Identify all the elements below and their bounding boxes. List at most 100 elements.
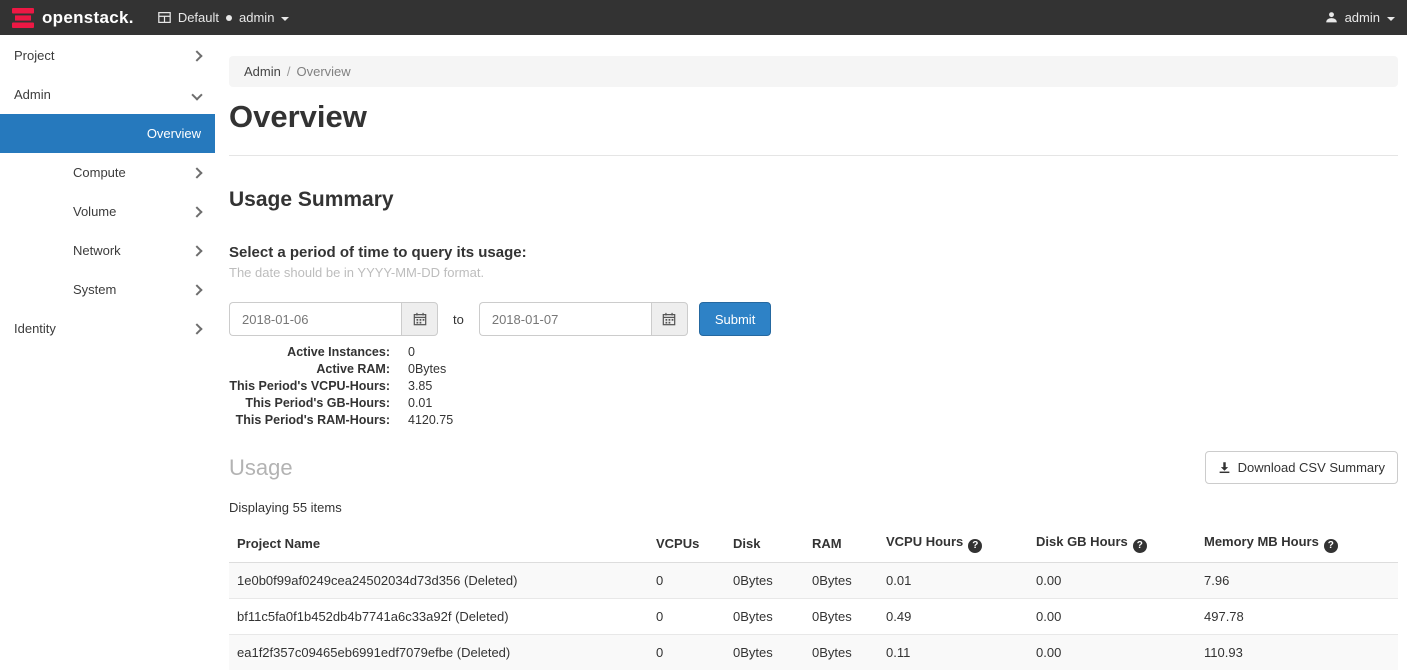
sidebar-item-label: Compute bbox=[73, 165, 126, 180]
usage-table-header: Usage Download CSV Summary bbox=[229, 451, 1398, 484]
table-header-row: Project Name VCPUs Disk RAM VCPU Hours? … bbox=[229, 525, 1398, 562]
openstack-logo-icon bbox=[12, 7, 34, 29]
chevron-right-icon bbox=[193, 204, 201, 219]
stat-row-active-ram: Active RAM: 0Bytes bbox=[229, 361, 1398, 378]
cell-project-name: bf11c5fa0f1b452db4b7741a6c33a92f (Delete… bbox=[229, 598, 648, 634]
stat-label: Active Instances: bbox=[229, 344, 390, 361]
brand-wordmark: openstack. bbox=[42, 8, 134, 28]
cell-ram: 0Bytes bbox=[804, 598, 878, 634]
cell-vcpus: 0 bbox=[648, 562, 725, 598]
stat-row-vcpu-hours: This Period's VCPU-Hours: 3.85 bbox=[229, 378, 1398, 395]
breadcrumb-current: Overview bbox=[296, 64, 350, 79]
cell-vcpu-hours: 0.11 bbox=[878, 634, 1028, 670]
chevron-right-icon bbox=[193, 321, 201, 336]
sidebar-item-volume[interactable]: Volume bbox=[0, 192, 215, 231]
cell-project-name: 1e0b0f99af0249cea24502034d73d356 (Delete… bbox=[229, 562, 648, 598]
sidebar-item-compute[interactable]: Compute bbox=[0, 153, 215, 192]
top-navbar: openstack. Default admin admin bbox=[0, 0, 1407, 35]
openstack-brand[interactable]: openstack. bbox=[12, 7, 134, 29]
table-row: ea1f2f357c09465eb6991edf7079efbe (Delete… bbox=[229, 634, 1398, 670]
stat-label: This Period's RAM-Hours: bbox=[229, 412, 390, 429]
cell-ram: 0Bytes bbox=[804, 634, 878, 670]
cell-vcpu-hours: 0.49 bbox=[878, 598, 1028, 634]
cell-vcpus: 0 bbox=[648, 634, 725, 670]
stat-row-ram-hours: This Period's RAM-Hours: 4120.75 bbox=[229, 412, 1398, 429]
to-label: to bbox=[453, 312, 464, 327]
sidebar-item-network[interactable]: Network bbox=[0, 231, 215, 270]
usage-table: Project Name VCPUs Disk RAM VCPU Hours? … bbox=[229, 525, 1398, 670]
calendar-icon-button-from[interactable] bbox=[401, 302, 438, 336]
sidebar-item-admin[interactable]: Admin bbox=[0, 75, 215, 114]
column-disk: Disk bbox=[725, 525, 804, 562]
cell-memory-mb-hours: 110.93 bbox=[1196, 634, 1398, 670]
chevron-right-icon bbox=[193, 243, 201, 258]
sidebar: Project Admin Overview Compute Volume Ne… bbox=[0, 35, 215, 670]
domain-project-switcher[interactable]: Default admin bbox=[158, 10, 290, 25]
sidebar-item-label: Volume bbox=[73, 204, 116, 219]
chevron-right-icon bbox=[193, 165, 201, 180]
cell-disk: 0Bytes bbox=[725, 634, 804, 670]
help-icon[interactable]: ? bbox=[1133, 539, 1147, 553]
stat-value: 0.01 bbox=[408, 395, 432, 412]
table-row: 1e0b0f99af0249cea24502034d73d356 (Delete… bbox=[229, 562, 1398, 598]
date-from-input[interactable] bbox=[229, 302, 401, 336]
stat-value: 0 bbox=[408, 344, 415, 361]
sidebar-item-label: System bbox=[73, 282, 116, 297]
user-menu-label: admin bbox=[1345, 10, 1380, 25]
calendar-icon-button-to[interactable] bbox=[651, 302, 688, 336]
column-vcpu-hours: VCPU Hours? bbox=[878, 525, 1028, 562]
cell-project-name: ea1f2f357c09465eb6991edf7079efbe (Delete… bbox=[229, 634, 648, 670]
stat-value: 0Bytes bbox=[408, 361, 446, 378]
sidebar-item-label: Overview bbox=[147, 126, 201, 141]
cell-memory-mb-hours: 497.78 bbox=[1196, 598, 1398, 634]
date-to-group bbox=[479, 302, 688, 336]
cell-disk-gb-hours: 0.00 bbox=[1028, 634, 1196, 670]
context-domain-label: Default bbox=[178, 10, 219, 25]
help-icon[interactable]: ? bbox=[1324, 539, 1338, 553]
breadcrumb-divider: / bbox=[287, 64, 291, 79]
date-range-form: to Submit bbox=[229, 302, 1398, 336]
bullet-separator-icon bbox=[226, 15, 232, 21]
sidebar-item-label: Admin bbox=[14, 87, 51, 102]
chevron-down-icon bbox=[193, 87, 201, 102]
caret-down-icon bbox=[281, 17, 289, 21]
breadcrumb: Admin / Overview bbox=[229, 56, 1398, 87]
stat-label: Active RAM: bbox=[229, 361, 390, 378]
usage-heading: Usage bbox=[229, 455, 293, 481]
help-icon[interactable]: ? bbox=[968, 539, 982, 553]
sidebar-item-system[interactable]: System bbox=[0, 270, 215, 309]
cell-disk-gb-hours: 0.00 bbox=[1028, 562, 1196, 598]
usage-summary-heading: Usage Summary bbox=[229, 188, 1398, 212]
download-icon bbox=[1218, 461, 1231, 474]
stat-label: This Period's VCPU-Hours: bbox=[229, 378, 390, 395]
chevron-right-icon bbox=[193, 282, 201, 297]
submit-button[interactable]: Submit bbox=[699, 302, 771, 336]
stat-value: 4120.75 bbox=[408, 412, 453, 429]
download-csv-label: Download CSV Summary bbox=[1238, 460, 1385, 475]
sidebar-item-label: Identity bbox=[14, 321, 56, 336]
context-user-label: admin bbox=[239, 10, 274, 25]
stat-row-gb-hours: This Period's GB-Hours: 0.01 bbox=[229, 395, 1398, 412]
cell-disk: 0Bytes bbox=[725, 562, 804, 598]
domain-icon bbox=[158, 11, 171, 24]
user-menu[interactable]: admin bbox=[1325, 10, 1395, 25]
period-prompt: Select a period of time to query its usa… bbox=[229, 244, 1398, 261]
column-project-name: Project Name bbox=[229, 525, 648, 562]
column-ram: RAM bbox=[804, 525, 878, 562]
download-csv-button[interactable]: Download CSV Summary bbox=[1205, 451, 1398, 484]
sidebar-item-project[interactable]: Project bbox=[0, 36, 215, 75]
sidebar-item-identity[interactable]: Identity bbox=[0, 309, 215, 348]
sidebar-item-overview[interactable]: Overview bbox=[0, 114, 215, 153]
title-divider bbox=[229, 155, 1398, 156]
caret-down-icon bbox=[1387, 17, 1395, 21]
chevron-right-icon bbox=[193, 48, 201, 63]
stat-value: 3.85 bbox=[408, 378, 432, 395]
date-to-input[interactable] bbox=[479, 302, 651, 336]
cell-disk-gb-hours: 0.00 bbox=[1028, 598, 1196, 634]
breadcrumb-admin-link[interactable]: Admin bbox=[244, 64, 281, 79]
column-vcpus: VCPUs bbox=[648, 525, 725, 562]
stat-row-active-instances: Active Instances: 0 bbox=[229, 344, 1398, 361]
column-memory-mb-hours: Memory MB Hours? bbox=[1196, 525, 1398, 562]
sidebar-item-label: Network bbox=[73, 243, 121, 258]
items-count: Displaying 55 items bbox=[229, 500, 1398, 515]
